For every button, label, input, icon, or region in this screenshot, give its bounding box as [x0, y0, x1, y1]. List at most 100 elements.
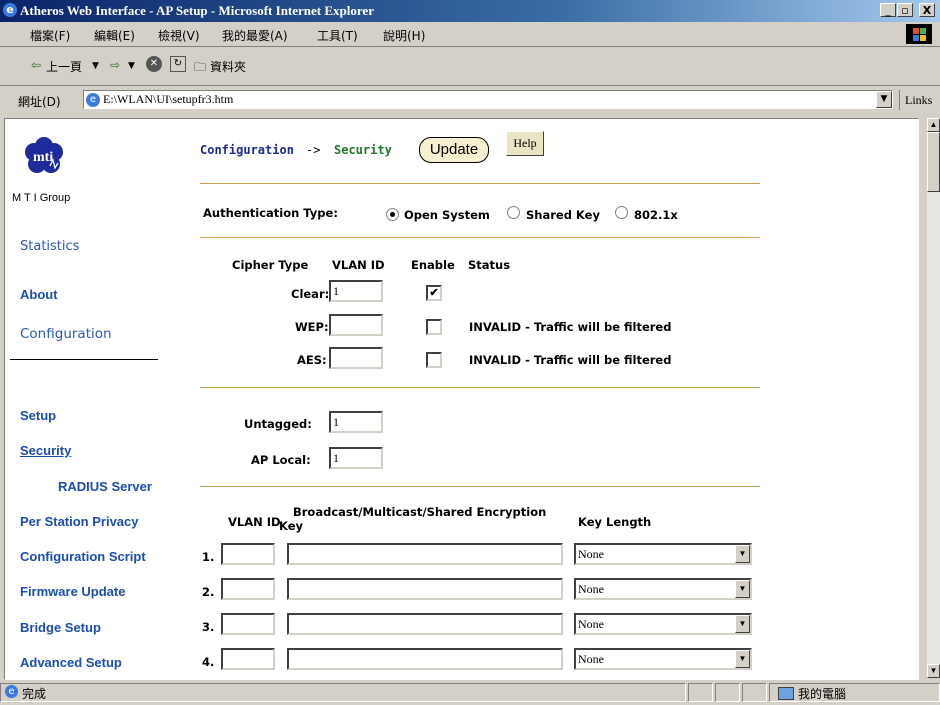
- key-vlan-input-3[interactable]: [221, 613, 275, 635]
- nav-setup[interactable]: Setup: [20, 408, 56, 423]
- forward-dropdown-icon[interactable]: ▼: [128, 61, 135, 71]
- address-dropdown-icon[interactable]: ▼: [876, 91, 892, 108]
- menu-view[interactable]: 檢視(V): [158, 27, 200, 44]
- key-row-num: 1.: [202, 550, 215, 564]
- key-length-value: None: [578, 582, 604, 596]
- section-rule: [200, 486, 760, 487]
- key-vlan-input-1[interactable]: [221, 543, 275, 565]
- vertical-scrollbar[interactable]: ▲ ▼: [927, 118, 940, 678]
- key-length-select-4[interactable]: None ▼: [574, 648, 752, 670]
- nav-configuration[interactable]: Configuration: [20, 326, 112, 342]
- refresh-icon[interactable]: ↻: [170, 56, 186, 72]
- enable-clear-checkbox[interactable]: ✔: [426, 285, 442, 301]
- toolbar: ⇦ 上一頁 ▼ ⇨ ▼ ✕ ↻ 🗀 資料夾: [0, 47, 940, 86]
- cipher-label-clear: Clear:: [291, 287, 330, 301]
- col-vlan-id: VLAN ID: [332, 258, 385, 272]
- back-arrow-icon[interactable]: ⇦: [31, 58, 41, 72]
- forward-arrow-icon[interactable]: ⇨: [110, 58, 120, 72]
- computer-icon: [778, 687, 794, 700]
- section-rule: [200, 237, 760, 238]
- label-open-system: Open System: [404, 208, 490, 222]
- crumb-arrow: ->: [306, 143, 321, 157]
- update-button[interactable]: Update: [419, 137, 489, 163]
- vlan-id-clear-input[interactable]: 1: [329, 280, 383, 302]
- scroll-up-icon[interactable]: ▲: [927, 118, 940, 132]
- col-key-length: Key Length: [578, 515, 652, 529]
- windows-logo-icon: [906, 24, 932, 44]
- chevron-down-icon[interactable]: ▼: [735, 650, 750, 668]
- sidebar-divider: [10, 359, 158, 360]
- page-viewport: mti M T I Group Statistics About Configu…: [4, 118, 919, 680]
- menu-tools[interactable]: 工具(T): [317, 27, 358, 44]
- key-length-select-1[interactable]: None ▼: [574, 543, 752, 565]
- address-value: E:\WLAN\UI\setupfr3.htm: [103, 92, 234, 106]
- close-button[interactable]: X: [919, 3, 935, 17]
- nav-configuration-script[interactable]: Configuration Script: [20, 549, 146, 564]
- mti-logo: mti: [24, 136, 63, 174]
- key-row-num: 2.: [202, 585, 215, 599]
- col-cipher-type: Cipher Type: [232, 258, 309, 272]
- folders-button-label[interactable]: 資料夾: [210, 58, 246, 75]
- scroll-down-icon[interactable]: ▼: [927, 664, 940, 678]
- nav-advanced-setup[interactable]: Advanced Setup: [20, 655, 122, 670]
- key-input-3[interactable]: [287, 613, 563, 635]
- key-length-select-2[interactable]: None ▼: [574, 578, 752, 600]
- nav-security[interactable]: Security: [20, 443, 71, 458]
- page-done-icon: e: [5, 685, 18, 698]
- nav-about[interactable]: About: [20, 287, 58, 302]
- aplocal-input[interactable]: 1: [329, 447, 383, 469]
- back-button-label[interactable]: 上一頁: [46, 58, 82, 75]
- key-input-1[interactable]: [287, 543, 563, 565]
- untagged-input[interactable]: 1: [329, 411, 383, 433]
- minimize-button[interactable]: _: [880, 3, 896, 17]
- nav-radius-server[interactable]: RADIUS Server: [58, 479, 152, 494]
- chevron-down-icon[interactable]: ▼: [735, 615, 750, 633]
- status-main-panel: e 完成: [0, 683, 686, 702]
- key-vlan-input-2[interactable]: [221, 578, 275, 600]
- aplocal-label: AP Local:: [251, 453, 311, 467]
- status-wep: INVALID - Traffic will be filtered: [469, 320, 672, 334]
- nav-statistics[interactable]: Statistics: [20, 239, 79, 254]
- page-icon: e: [86, 93, 100, 108]
- menu-bar: 檔案(F) 編輯(E) 檢視(V) 我的最愛(A) 工具(T) 說明(H): [0, 22, 940, 47]
- address-label: 網址(D): [18, 95, 61, 109]
- cipher-label-aes: AES:: [297, 353, 327, 367]
- window-title-bar: e Atheros Web Interface - AP Setup - Mic…: [0, 0, 940, 22]
- enable-aes-checkbox[interactable]: [426, 352, 442, 368]
- menu-edit[interactable]: 編輯(E): [94, 27, 135, 44]
- vlan-id-wep-input[interactable]: [329, 314, 383, 336]
- col-enable: Enable: [411, 258, 455, 272]
- scroll-thumb[interactable]: [927, 132, 940, 192]
- label-8021x: 802.1x: [634, 208, 678, 222]
- nav-firmware-update[interactable]: Firmware Update: [20, 584, 125, 599]
- col-key-vlan-id: VLAN ID: [228, 515, 281, 529]
- radio-shared-key[interactable]: [507, 206, 520, 219]
- status-zone: 我的電腦: [798, 687, 847, 701]
- enable-wep-checkbox[interactable]: [426, 319, 442, 335]
- address-bar: 網址(D) e E:\WLAN\UI\setupfr3.htm ▼ Links: [0, 86, 940, 114]
- address-input[interactable]: e E:\WLAN\UI\setupfr3.htm: [83, 90, 893, 109]
- cipher-label-wep: WEP:: [295, 320, 329, 334]
- status-zone-panel: 我的電腦: [769, 683, 940, 702]
- help-button[interactable]: Help: [506, 131, 544, 156]
- menu-help[interactable]: 說明(H): [383, 27, 425, 44]
- key-vlan-input-4[interactable]: [221, 648, 275, 670]
- nav-bridge-setup[interactable]: Bridge Setup: [20, 620, 101, 635]
- key-input-2[interactable]: [287, 578, 563, 600]
- radio-8021x[interactable]: [615, 206, 628, 219]
- folders-icon[interactable]: 🗀: [194, 58, 206, 79]
- chevron-down-icon[interactable]: ▼: [735, 580, 750, 598]
- radio-open-system[interactable]: [386, 208, 399, 221]
- ie-icon: e: [3, 3, 17, 17]
- back-dropdown-icon[interactable]: ▼: [92, 61, 99, 71]
- vlan-id-aes-input[interactable]: [329, 347, 383, 369]
- nav-per-station-privacy[interactable]: Per Station Privacy: [20, 514, 139, 529]
- chevron-down-icon[interactable]: ▼: [735, 545, 750, 563]
- menu-favorites[interactable]: 我的最愛(A): [222, 27, 288, 44]
- maximize-button[interactable]: ▫: [897, 3, 913, 17]
- links-label[interactable]: Links: [905, 93, 932, 108]
- key-length-select-3[interactable]: None ▼: [574, 613, 752, 635]
- stop-icon[interactable]: ✕: [146, 56, 162, 72]
- menu-file[interactable]: 檔案(F): [30, 27, 70, 44]
- key-input-4[interactable]: [287, 648, 563, 670]
